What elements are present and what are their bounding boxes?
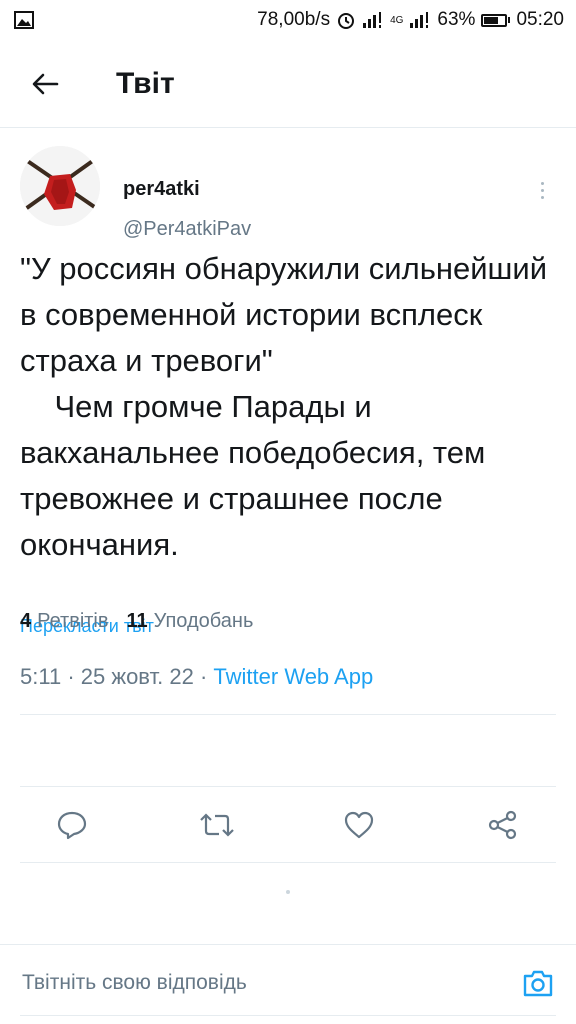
reply-input-underline: [20, 1015, 556, 1016]
share-button[interactable]: [478, 798, 528, 852]
signal-icon: [363, 12, 382, 28]
share-icon: [488, 810, 517, 840]
tweet-actions: [0, 798, 576, 852]
tweet-text: "У россиян обнаружили сильнейший в совре…: [20, 251, 548, 562]
more-vertical-icon: [540, 181, 544, 185]
back-button[interactable]: [0, 40, 90, 128]
network-speed: 78,00b/s: [257, 9, 331, 30]
retweets-count: 4: [20, 610, 32, 632]
meta-separator: ·: [67, 664, 75, 689]
like-button[interactable]: [334, 798, 384, 852]
tweet-source-app[interactable]: Twitter Web App: [213, 664, 373, 689]
author-name[interactable]: per4atki: [123, 178, 200, 201]
page-title: Твіт: [116, 66, 175, 100]
gallery-notification-icon: [14, 11, 34, 29]
author-handle[interactable]: @Per4atkiPav: [123, 218, 251, 241]
comment-icon: [57, 811, 87, 840]
clock: 05:20: [516, 9, 564, 30]
camera-button[interactable]: [520, 965, 556, 1001]
retweet-icon: [200, 813, 234, 837]
reply-bar: Твітніть свою відповідь: [0, 944, 576, 1024]
divider: [20, 786, 556, 787]
tweet-meta: 5:11 · 25 жовт. 22 · Twitter Web App: [20, 664, 373, 690]
tweet-time: 5:11: [20, 664, 62, 689]
more-options-button[interactable]: [530, 176, 554, 204]
likes-label: Уподобань: [153, 610, 254, 632]
meta-separator: ·: [199, 664, 208, 689]
tweet-stats: 4 Ретвітів 11 Уподобань: [20, 610, 253, 633]
avatar-image: [20, 146, 100, 226]
reply-input[interactable]: Твітніть свою відповідь: [22, 971, 247, 995]
alarm-icon: [338, 13, 355, 29]
battery-percent: 63%: [437, 9, 476, 30]
heart-icon: [344, 811, 374, 839]
arrow-left-icon: [32, 73, 59, 94]
likes-stat[interactable]: 11 Уподобань: [127, 610, 254, 633]
divider: [20, 714, 556, 715]
signal-4g-icon: [410, 12, 429, 28]
battery-icon: [481, 13, 511, 27]
status-right: 78,00b/s 4G 63% 05:20: [257, 9, 564, 31]
top-app-bar: Твіт: [0, 40, 576, 128]
likes-count: 11: [126, 610, 148, 632]
status-left: [14, 11, 34, 29]
retweet-button[interactable]: [192, 798, 242, 852]
avatar[interactable]: [20, 146, 100, 226]
tweet-date: 25 жовт. 22: [80, 664, 194, 689]
network-type: 4G: [390, 14, 404, 26]
retweets-stat[interactable]: 4 Ретвітів: [20, 610, 109, 633]
reply-button[interactable]: [47, 798, 97, 852]
divider: [20, 862, 556, 863]
status-bar: 78,00b/s 4G 63% 05:20: [0, 0, 576, 40]
loading-dot: [286, 890, 290, 894]
camera-icon: [523, 970, 553, 997]
tweet-author[interactable]: per4atki @Per4atkiPav: [20, 146, 560, 240]
retweets-label: Ретвітів: [37, 610, 109, 632]
